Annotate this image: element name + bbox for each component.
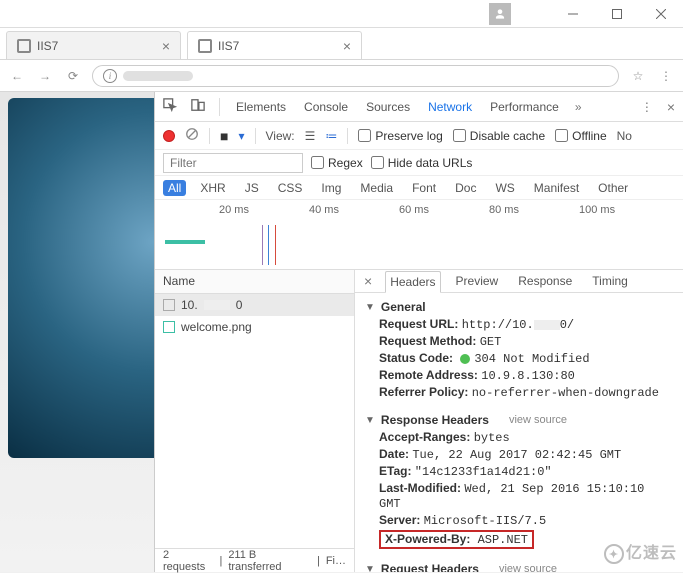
devtools-menu-icon[interactable]: ⋮ [641, 100, 653, 114]
network-statusbar: 2 requests| 211 B transferred| Fi… [155, 548, 354, 572]
view-source-link[interactable]: view source [499, 563, 557, 572]
tab-headers[interactable]: Headers [385, 271, 440, 293]
browser-toolbar: ← → ⟳ i ☆ ⋮ [0, 60, 683, 92]
request-list: Name 10. 0 welcome.png 2 requests| 211 B… [155, 270, 355, 572]
screenshot-icon[interactable]: ■ [220, 128, 228, 144]
tab-network[interactable]: Network [426, 100, 474, 114]
status-more: Fi… [326, 555, 346, 567]
clear-button[interactable] [185, 127, 199, 144]
time-tick: 60 ms [399, 204, 429, 216]
page-content: Willko Bienvenue 歡迎 Velkommen Benvenuto … [0, 92, 683, 572]
offline-checkbox[interactable]: Offline [555, 129, 606, 143]
network-typefilter: All XHR JS CSS Img Media Font Doc WS Man… [155, 176, 683, 200]
section-general[interactable]: ▼General [365, 298, 673, 316]
menu-icon[interactable]: ⋮ [657, 69, 675, 83]
forward-button[interactable]: → [36, 69, 54, 83]
time-tick: 80 ms [489, 204, 519, 216]
view-source-link[interactable]: view source [509, 414, 567, 426]
tab-title: IIS7 [37, 39, 156, 53]
chip-ws[interactable]: WS [490, 180, 519, 196]
tab-performance[interactable]: Performance [488, 100, 561, 114]
detail-close-icon[interactable]: × [361, 273, 375, 289]
tab-elements[interactable]: Elements [234, 100, 288, 114]
request-details: × Headers Preview Response Timing ▼Gener… [355, 270, 683, 572]
time-tick: 100 ms [579, 204, 615, 216]
time-tick: 40 ms [309, 204, 339, 216]
chip-xhr[interactable]: XHR [195, 180, 230, 196]
device-icon[interactable] [191, 98, 205, 115]
chip-other[interactable]: Other [593, 180, 633, 196]
window-titlebar [0, 0, 683, 28]
star-icon[interactable]: ☆ [629, 69, 647, 83]
browser-tab[interactable]: IIS7 × [6, 31, 181, 59]
filter-icon[interactable]: ▾ [238, 129, 244, 143]
chip-css[interactable]: CSS [273, 180, 308, 196]
request-row[interactable]: 10. 0 [155, 294, 354, 316]
tab-timing[interactable]: Timing [587, 270, 633, 292]
time-tick: 20 ms [219, 204, 249, 216]
hide-data-urls-checkbox[interactable]: Hide data URLs [371, 156, 473, 170]
request-row[interactable]: welcome.png [155, 316, 354, 338]
tab-preview[interactable]: Preview [451, 270, 504, 292]
tab-console[interactable]: Console [302, 100, 350, 114]
throttle-label[interactable]: No [617, 129, 632, 143]
reload-button[interactable]: ⟳ [64, 69, 82, 83]
chip-js[interactable]: JS [240, 180, 264, 196]
request-name: welcome.png [181, 320, 252, 334]
favicon-icon [17, 39, 31, 53]
view-detail-icon[interactable]: ≔ [325, 129, 337, 143]
tab-sources[interactable]: Sources [364, 100, 412, 114]
highlighted-header: X-Powered-By: ASP.NET [379, 530, 534, 549]
request-name: 0 [236, 298, 243, 312]
tab-close-icon[interactable]: × [162, 38, 170, 54]
chip-img[interactable]: Img [316, 180, 346, 196]
browser-tabstrip: IIS7 × IIS7 × [0, 28, 683, 60]
regex-checkbox[interactable]: Regex [311, 156, 363, 170]
section-request-headers[interactable]: ▼Request Headersview source [365, 560, 673, 572]
minimize-button[interactable] [551, 0, 595, 28]
view-label: View: [266, 129, 295, 143]
back-button[interactable]: ← [8, 69, 26, 83]
status-requests: 2 requests [163, 549, 213, 573]
doc-icon [163, 299, 175, 311]
section-response-headers[interactable]: ▼Response Headersview source [365, 411, 673, 429]
omnibox[interactable]: i [92, 65, 619, 87]
url-text [123, 71, 193, 81]
preserve-log-checkbox[interactable]: Preserve log [358, 129, 442, 143]
status-transferred: 211 B transferred [228, 549, 311, 573]
chip-media[interactable]: Media [355, 180, 398, 196]
close-button[interactable] [639, 0, 683, 28]
network-waterfall-overview[interactable]: 20 ms 40 ms 60 ms 80 ms 100 ms [155, 200, 683, 270]
detail-tabs: × Headers Preview Response Timing [355, 270, 683, 293]
devtools-close-icon[interactable]: × [667, 99, 675, 115]
site-info-icon[interactable]: i [103, 69, 117, 83]
network-filterbar: Regex Hide data URLs [155, 150, 683, 176]
devtools-panel: Elements Console Sources Network Perform… [154, 92, 683, 572]
profile-icon[interactable] [489, 3, 511, 25]
record-button[interactable] [163, 130, 175, 142]
status-dot-icon [460, 354, 470, 364]
view-list-icon[interactable]: ☰ [305, 129, 316, 143]
maximize-button[interactable] [595, 0, 639, 28]
request-list-header[interactable]: Name [155, 270, 354, 294]
devtools-tabbar: Elements Console Sources Network Perform… [155, 92, 683, 122]
disable-cache-checkbox[interactable]: Disable cache [453, 129, 545, 143]
chip-all[interactable]: All [163, 180, 186, 196]
inspect-icon[interactable] [163, 98, 177, 115]
request-name: 10. [181, 298, 198, 312]
chip-font[interactable]: Font [407, 180, 441, 196]
tab-title: IIS7 [218, 39, 337, 53]
image-icon [163, 321, 175, 333]
browser-tab-active[interactable]: IIS7 × [187, 31, 362, 59]
favicon-icon [198, 39, 212, 53]
tab-response[interactable]: Response [513, 270, 577, 292]
chip-doc[interactable]: Doc [450, 180, 481, 196]
network-toolbar: ■ ▾ View: ☰ ≔ Preserve log Disable cache… [155, 122, 683, 150]
more-tabs-icon[interactable]: » [575, 100, 582, 114]
chip-manifest[interactable]: Manifest [529, 180, 584, 196]
filter-input[interactable] [163, 153, 303, 173]
tab-close-icon[interactable]: × [343, 38, 351, 54]
